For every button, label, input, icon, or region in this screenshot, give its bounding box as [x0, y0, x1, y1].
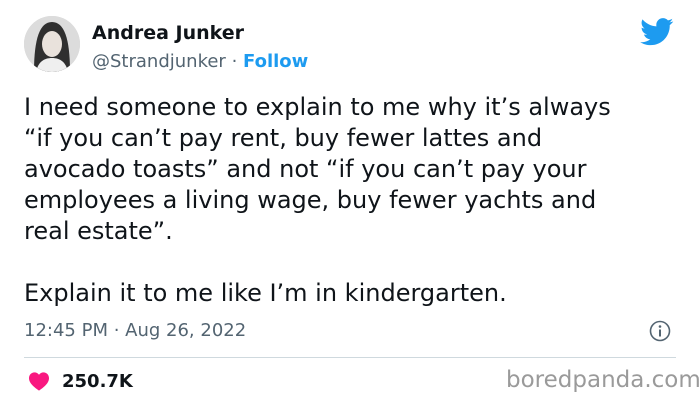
divider — [24, 357, 676, 358]
tweet-text-line: “if you can’t pay rent, buy fewer lattes… — [24, 124, 543, 152]
like-count[interactable]: 250.7K — [62, 371, 133, 392]
info-icon[interactable] — [649, 320, 671, 342]
watermark: boredpanda.com — [506, 367, 700, 393]
author-handle-row: @Strandjunker · Follow — [92, 51, 308, 72]
tweet-text-tail: Explain it to me like I’m in kindergarte… — [24, 279, 507, 307]
twitter-bird-icon[interactable] — [640, 18, 674, 46]
heart-icon[interactable] — [28, 371, 50, 391]
follow-button[interactable]: Follow — [243, 51, 308, 72]
tweet-text-line: employees a living wage, buy fewer yacht… — [24, 186, 597, 214]
tweet-text: I need someone to explain to me why it’s… — [24, 92, 674, 309]
timestamp[interactable]: 12:45 PM · Aug 26, 2022 — [24, 320, 246, 341]
separator-dot: · — [231, 51, 238, 72]
tweet-text-line: I need someone to explain to me why it’s… — [24, 93, 611, 121]
tweet-text-line: real estate”. — [24, 217, 173, 245]
author-name[interactable]: Andrea Junker — [92, 22, 244, 44]
tweet-card: Andrea Junker @Strandjunker · Follow I n… — [0, 0, 700, 410]
tweet-text-line: avocado toasts” and not “if you can’t pa… — [24, 155, 587, 183]
avatar[interactable] — [24, 16, 80, 72]
author-handle[interactable]: @Strandjunker — [92, 51, 226, 72]
